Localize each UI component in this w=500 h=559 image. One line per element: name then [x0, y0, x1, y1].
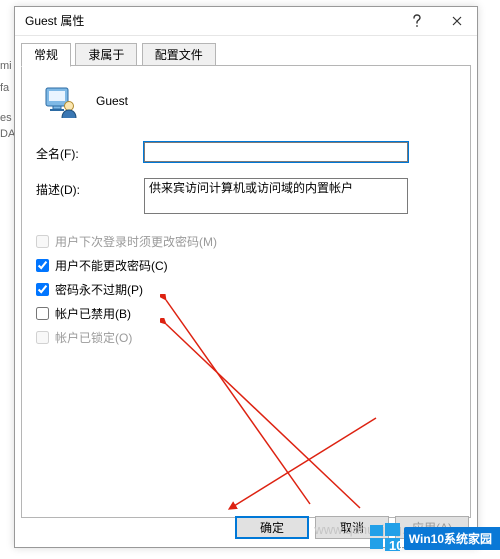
window-title: Guest 属性: [15, 7, 397, 35]
check-account-disabled[interactable]: 帐户已禁用(B): [36, 304, 456, 322]
close-button[interactable]: [437, 7, 477, 35]
bg-frag: fa: [0, 82, 9, 94]
user-header-name: Guest: [96, 94, 128, 108]
close-icon: [452, 16, 462, 26]
ok-button[interactable]: 确定: [235, 516, 309, 539]
tab-panel-general: Guest 全名(F): 描述(D): 供来宾访问计算机或访问域的内置帐户 用户…: [21, 66, 471, 518]
site-badge: 10 Win10系统家园: [368, 521, 500, 555]
check-pw-never-expires[interactable]: 密码永不过期(P): [36, 280, 456, 298]
tab-row: 常规 隶属于 配置文件: [21, 42, 471, 66]
check-pw-never-expires-box[interactable]: [36, 283, 49, 296]
bg-frag: mi: [0, 60, 12, 72]
windows-logo-icon: 10: [368, 521, 402, 555]
row-description: 描述(D): 供来宾访问计算机或访问域的内置帐户: [36, 178, 456, 214]
tab-memberof[interactable]: 隶属于: [75, 43, 137, 66]
row-fullname: 全名(F):: [36, 142, 456, 162]
check-cannot-change-pw[interactable]: 用户不能更改密码(C): [36, 256, 456, 274]
description-input[interactable]: 供来宾访问计算机或访问域的内置帐户: [144, 178, 408, 214]
svg-text:10: 10: [389, 538, 402, 553]
check-account-locked-box: [36, 331, 49, 344]
site-badge-text: Win10系统家园: [404, 527, 500, 550]
fullname-label: 全名(F):: [36, 142, 144, 162]
check-must-change-pw-label: 用户下次登录时须更改密码(M): [55, 233, 217, 250]
bg-frag: DA: [0, 128, 15, 140]
annotation-arrow-3: [226, 414, 386, 514]
tab-profile[interactable]: 配置文件: [142, 43, 216, 66]
check-must-change-pw-box: [36, 235, 49, 248]
check-cannot-change-pw-label: 用户不能更改密码(C): [55, 257, 168, 274]
check-account-locked: 帐户已锁定(O): [36, 328, 456, 346]
bg-frag: es: [0, 112, 12, 124]
annotation-arrow-2: [160, 318, 370, 518]
titlebar: Guest 属性: [15, 7, 477, 36]
help-button[interactable]: [397, 7, 437, 35]
user-icon: [44, 84, 78, 118]
check-account-disabled-label: 帐户已禁用(B): [55, 305, 131, 322]
properties-dialog: Guest 属性 常规 隶属于 配置文件: [14, 6, 478, 548]
check-account-disabled-box[interactable]: [36, 307, 49, 320]
check-account-locked-label: 帐户已锁定(O): [55, 329, 132, 346]
help-icon: [412, 14, 422, 28]
check-cannot-change-pw-box[interactable]: [36, 259, 49, 272]
check-must-change-pw: 用户下次登录时须更改密码(M): [36, 232, 456, 250]
fullname-input[interactable]: [144, 142, 408, 162]
tab-general[interactable]: 常规: [21, 43, 71, 67]
user-header: Guest: [44, 84, 456, 118]
check-pw-never-expires-label: 密码永不过期(P): [55, 281, 143, 298]
checkbox-group: 用户下次登录时须更改密码(M) 用户不能更改密码(C) 密码永不过期(P) 帐户…: [36, 232, 456, 346]
description-label: 描述(D):: [36, 178, 144, 198]
